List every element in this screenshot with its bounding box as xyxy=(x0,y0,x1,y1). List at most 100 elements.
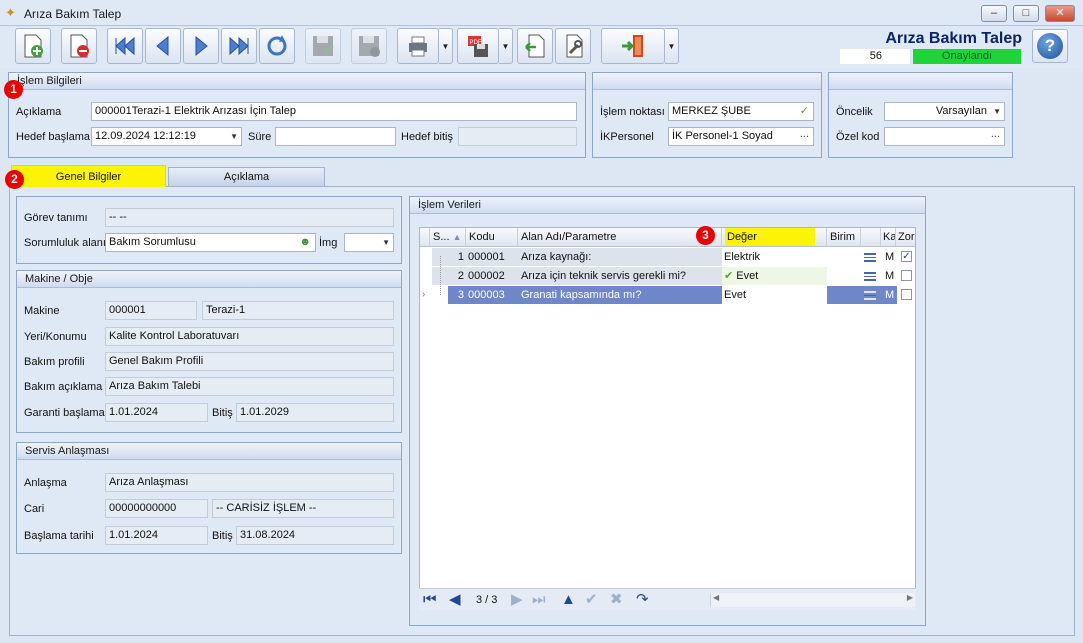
print-button[interactable] xyxy=(397,28,439,64)
refresh-icon xyxy=(267,35,287,56)
prev-record-button[interactable] xyxy=(145,28,181,64)
new-record-button[interactable] xyxy=(15,28,51,64)
bakim-profili-field: Genel Bakım Profili xyxy=(105,352,394,371)
refresh-button[interactable] xyxy=(259,28,295,64)
row-sira: 2 xyxy=(432,267,466,285)
ozel-kod-label: Özel kod xyxy=(836,131,880,143)
aciklama-label: Açıklama xyxy=(16,106,62,118)
tree-line xyxy=(440,256,441,295)
column-header-sira[interactable]: S... ▲ xyxy=(430,228,466,247)
list-icon[interactable] xyxy=(864,272,876,281)
makine-label: Makine xyxy=(24,305,60,317)
prev-page-icon[interactable]: ◀ xyxy=(449,591,461,609)
row-deger[interactable]: Elektrik xyxy=(722,248,827,266)
last-page-icon[interactable]: ⏭ xyxy=(532,591,546,609)
pdf-export-icon: PDF xyxy=(468,36,488,57)
minimize-button[interactable]: – xyxy=(981,5,1007,22)
islem-noktasi-value: MERKEZ ŞUBE xyxy=(672,105,751,117)
first-page-icon[interactable]: ⏮ xyxy=(423,591,437,609)
close-button[interactable]: ✕ xyxy=(1045,5,1075,22)
overflow-icon[interactable]: ▼ xyxy=(665,28,679,64)
next-page-icon[interactable]: ▶ xyxy=(511,591,523,609)
chevron-down-icon[interactable]: ▼ xyxy=(230,128,238,145)
panel-title: İşlem Bilgileri xyxy=(9,73,585,90)
column-header-alan[interactable]: Alan Adı/Parametre xyxy=(518,228,722,247)
delete-doc-icon xyxy=(70,34,89,58)
list-icon[interactable] xyxy=(864,253,876,262)
table-row-selected[interactable]: › 3 000003 Granati kapsamında mı? Evet M xyxy=(420,286,915,304)
column-header-birim[interactable]: Birim xyxy=(827,228,861,247)
list-icon[interactable] xyxy=(864,291,876,300)
exit-door-icon xyxy=(622,35,643,57)
settings-button[interactable] xyxy=(555,28,591,64)
column-header-ka[interactable]: Ka xyxy=(881,228,896,247)
butterfly-app-icon: ✦ xyxy=(5,5,16,20)
last-record-button[interactable] xyxy=(221,28,257,64)
redo-icon[interactable]: ↷ xyxy=(636,591,649,609)
row-birim[interactable] xyxy=(827,267,861,285)
gorev-tanimi-label: Görev tanımı xyxy=(24,212,88,224)
chevron-down-icon[interactable]: ▼ xyxy=(382,234,390,251)
tab-aciklama[interactable]: Açıklama xyxy=(168,167,325,187)
ozel-kod-input[interactable]: ... xyxy=(884,127,1005,146)
cancel-icon[interactable]: ✖ xyxy=(610,591,623,609)
pager-text: 3 / 3 xyxy=(476,594,498,606)
sure-input[interactable] xyxy=(275,127,396,146)
aciklama-input[interactable]: 000001Terazi-1 Elektrik Arızası İçin Tal… xyxy=(91,102,577,121)
ikpersonel-value: İK Personel-1 Soyad xyxy=(672,130,773,142)
form-header-title: Arıza Bakım Talep xyxy=(885,30,1022,47)
pdf-dropdown[interactable]: ▼ xyxy=(499,28,513,64)
tab-genel-bilgiler[interactable]: Genel Bilgiler xyxy=(11,165,166,187)
ellipsis-icon[interactable]: ... xyxy=(991,128,1000,143)
oncelik-select[interactable]: Varsayılan ▼ xyxy=(884,102,1005,121)
confirm-icon[interactable]: ✔ xyxy=(585,591,598,609)
column-header-deger[interactable]: Değer xyxy=(722,228,827,247)
save-button[interactable] xyxy=(305,28,341,64)
scroll-right-icon[interactable]: ▶ xyxy=(907,593,913,602)
row-deger[interactable]: Evet xyxy=(722,286,827,304)
scroll-left-icon[interactable]: ◀ xyxy=(713,593,719,602)
attach-button[interactable] xyxy=(517,28,553,64)
islem-noktasi-input[interactable]: MERKEZ ŞUBE ✓ xyxy=(668,102,814,121)
save-close-button[interactable] xyxy=(351,28,387,64)
table-row[interactable]: 1 000001 Arıza kaynağı: Elektrik M ✓ xyxy=(420,248,915,266)
pdf-export-button[interactable]: PDF xyxy=(457,28,499,64)
column-header-extra[interactable] xyxy=(861,228,881,247)
first-record-icon xyxy=(115,36,135,56)
bakim-aciklama-field: Arıza Bakım Talebi xyxy=(105,377,394,396)
help-button[interactable]: ? xyxy=(1032,29,1068,63)
table-row[interactable]: 2 000002 Arıza için teknik servis gerekl… xyxy=(420,267,915,285)
row-zorunlu-checkbox[interactable] xyxy=(901,270,912,281)
row-zorunlu-checkbox[interactable] xyxy=(901,289,912,300)
column-header-zor[interactable]: Zor xyxy=(896,228,915,247)
ikpersonel-input[interactable]: İK Personel-1 Soyad... xyxy=(668,127,814,146)
row-birim[interactable] xyxy=(827,248,861,266)
next-record-button[interactable] xyxy=(183,28,219,64)
sorumluluk-label: Sorumluluk alanı xyxy=(24,237,106,249)
row-zorunlu-checkbox[interactable]: ✓ xyxy=(901,251,912,262)
grid-navigator: ⏮ ◀ 3 / 3 ▶ ⏭ ▲ ✔ ✖ ↷ ◀ ▶ xyxy=(419,588,916,610)
yeri-label: Yeri/Konumu xyxy=(24,331,87,343)
print-dropdown[interactable]: ▼ xyxy=(439,28,453,64)
append-icon[interactable]: ▲ xyxy=(561,591,576,609)
ellipsis-icon[interactable]: ... xyxy=(800,128,809,143)
row-deger: Evet xyxy=(736,270,759,282)
first-record-button[interactable] xyxy=(107,28,143,64)
chevron-down-icon[interactable]: ▼ xyxy=(993,103,1001,120)
row-deger-cell[interactable]: ✔ Evet xyxy=(722,267,827,285)
hedef-baslama-datepicker[interactable]: 12.09.2024 12:12:19 ▼ xyxy=(91,127,242,146)
row-m: M xyxy=(885,270,895,282)
people-icon[interactable]: ☻ xyxy=(299,234,311,251)
sorumluluk-input[interactable]: Bakım Sorumlusu ☻ xyxy=(105,233,316,252)
bakim-aciklama-label: Bakım açıklama xyxy=(24,381,103,393)
double-check-icon[interactable]: ✓ xyxy=(800,103,809,120)
column-header-kodu[interactable]: Kodu xyxy=(466,228,518,247)
column-deger-label: Değer xyxy=(725,228,815,246)
maximize-button[interactable]: □ xyxy=(1013,5,1039,22)
save-icon xyxy=(313,36,334,56)
delete-record-button[interactable] xyxy=(61,28,97,64)
record-number: 56 xyxy=(840,49,910,64)
exit-button[interactable] xyxy=(601,28,665,64)
img-select[interactable]: ▼ xyxy=(344,233,394,252)
horizontal-scrollbar[interactable]: ◀ ▶ xyxy=(710,593,915,607)
